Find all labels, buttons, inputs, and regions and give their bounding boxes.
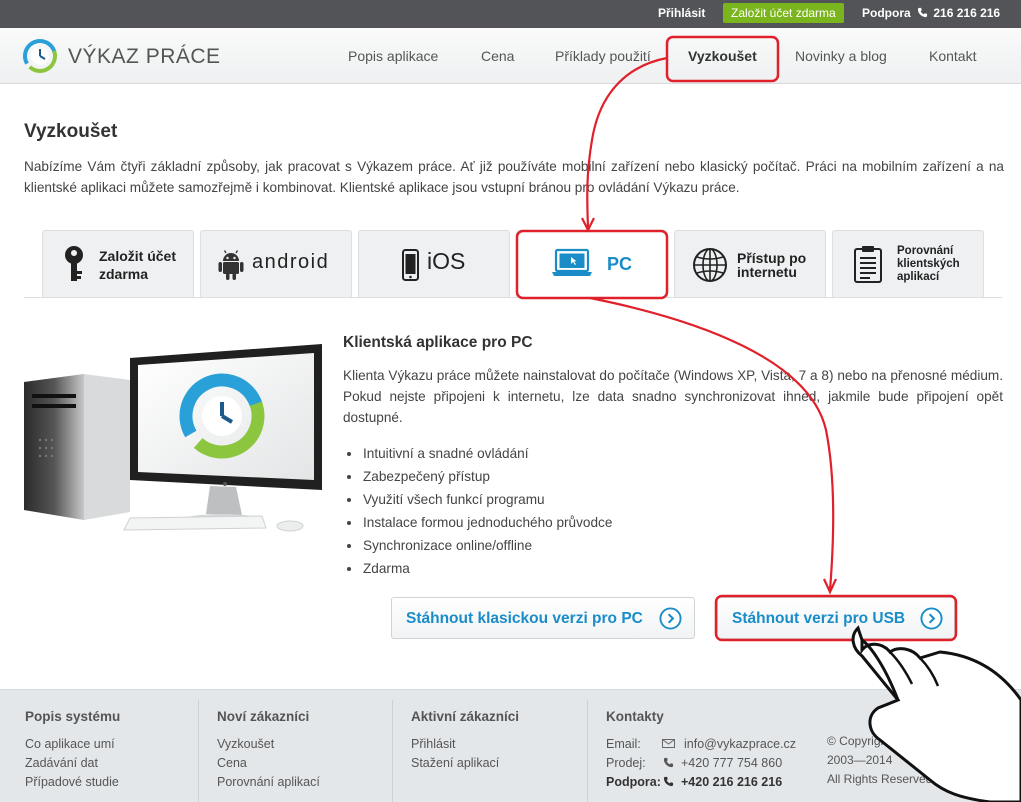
ios-wordmark: iOS: [427, 248, 466, 274]
phone-icon: [663, 776, 674, 787]
footer-col-kontakty: Kontakty Email: info@vykazprace.cz Prode…: [606, 690, 806, 802]
page-title: Vyzkoušet: [24, 121, 118, 142]
copyright-line2: 2003—2014: [827, 753, 893, 767]
phone-icon: [663, 757, 674, 768]
tab-android[interactable]: android: [200, 230, 352, 297]
footer-link[interactable]: Případové studie: [25, 775, 119, 789]
download-classic-pc-button[interactable]: Stáhnout klasickou verzi pro PC: [391, 597, 695, 639]
tab-pc[interactable]: PC: [516, 230, 668, 297]
phone-icon: [917, 7, 928, 18]
tab-label-line3: aplikací: [897, 271, 940, 283]
footer-link[interactable]: Přihlásit: [411, 737, 455, 751]
nav-cena[interactable]: Cena: [481, 48, 514, 64]
footer-heading: Kontakty: [606, 709, 664, 724]
top-utility-bar: Přihlásit Založit účet zdarma Podpora 21…: [0, 0, 1021, 28]
iphone-icon: [402, 249, 419, 281]
tab-label-line2: internetu: [737, 264, 797, 280]
sales-label: Prodej:: [606, 756, 646, 770]
download-classic-label: Stáhnout klasickou verzi pro PC: [406, 610, 643, 627]
nav-novinky-a-blog[interactable]: Novinky a blog: [795, 48, 887, 64]
nav-kontakt[interactable]: Kontakt: [929, 48, 976, 64]
globe-icon: [693, 248, 727, 282]
tab-label-line1: Založit účet: [99, 248, 177, 264]
clipboard-icon: [854, 246, 882, 283]
download-usb-button[interactable]: Stáhnout verzi pro USB: [717, 597, 955, 639]
tab-label: PC: [607, 254, 633, 274]
nav-popis-aplikace[interactable]: Popis aplikace: [348, 48, 438, 64]
tab-label-line1: Porovnání: [897, 245, 954, 257]
logo-text[interactable]: VÝKAZ PRÁCE: [68, 45, 221, 69]
copyright-line3: All Rights Reserved: [827, 772, 933, 786]
support-label: Podpora:: [606, 775, 661, 789]
list-item: Intuitivní a snadné ovládání: [347, 442, 612, 465]
tab-label-line2: zdarma: [99, 266, 149, 282]
sales-phone: +420 777 754 860: [681, 756, 783, 770]
footer-heading: Noví zákazníci: [217, 709, 310, 724]
android-icon: [218, 250, 244, 280]
footer-link[interactable]: Cena: [217, 756, 247, 770]
envelope-icon: [662, 739, 675, 748]
footer-link[interactable]: Vyzkoušet: [217, 737, 274, 751]
clock-logo-icon[interactable]: [22, 38, 58, 74]
footer-link[interactable]: Porovnání aplikací: [217, 775, 320, 789]
support-phone: 216 216 216: [933, 6, 1001, 20]
android-wordmark: android: [252, 251, 330, 273]
footer-divider: [587, 700, 588, 802]
tab-zalozit-ucet[interactable]: Založit účet zdarma: [42, 230, 194, 297]
nav-priklady-pouziti[interactable]: Příklady použití: [555, 48, 651, 64]
footer-divider: [392, 700, 393, 802]
download-usb-label: Stáhnout verzi pro USB: [732, 610, 906, 627]
list-item: Využití všech funkcí programu: [347, 488, 612, 511]
feature-list: Intuitivní a snadné ovládání Zabezpečený…: [347, 442, 612, 580]
support-info: Podpora 216 216 216: [862, 6, 1000, 20]
footer-heading: Aktivní zákazníci: [411, 709, 520, 724]
email-link[interactable]: info@vykazprace.cz: [684, 737, 796, 751]
support-label: Podpora: [862, 6, 911, 20]
list-item: Zdarma: [347, 557, 612, 580]
email-label: Email:: [606, 737, 641, 751]
footer-link[interactable]: Zadávání dat: [25, 756, 98, 770]
footer-link[interactable]: Stažení aplikací: [411, 756, 499, 770]
laptop-icon: [552, 248, 592, 276]
tab-porovnani-aplikaci[interactable]: Porovnání klientských aplikací: [832, 230, 984, 297]
chevron-right-circle-icon: [659, 607, 682, 630]
footer-heading: Popis systému: [25, 709, 121, 724]
chevron-right-circle-icon: [920, 607, 943, 630]
tab-ios[interactable]: iOS: [358, 230, 510, 297]
intro-text: Nabízíme Vám čtyři základní způsoby, jak…: [24, 159, 1004, 195]
arrow-path-2: [589, 296, 835, 591]
tabs-divider: [24, 297, 1002, 298]
arrow-head-1: [581, 217, 595, 233]
key-icon: [65, 246, 83, 281]
nav-vyzkouset[interactable]: Vyzkoušet: [688, 48, 757, 64]
copyright-line1: © Copyright: [827, 734, 891, 748]
tab-pristup-po-internetu[interactable]: Přístup po internetu: [674, 230, 826, 297]
list-item: Synchronizace online/offline: [347, 534, 612, 557]
arrow-head-2: [823, 578, 837, 595]
list-item: Instalace formou jednoduchého průvodce: [347, 511, 612, 534]
site-footer: Popis systému Co aplikace umí Zadávání d…: [0, 689, 1021, 802]
footer-link[interactable]: Co aplikace umí: [25, 737, 115, 751]
support-phone: +420 216 216 216: [681, 775, 783, 789]
pc-monitor-illustration: [24, 344, 322, 532]
footer-divider: [198, 700, 199, 802]
signup-button[interactable]: Založit účet zdarma: [723, 3, 844, 23]
pc-section-text: Klienta Výkazu práce můžete nainstalovat…: [343, 368, 1003, 425]
login-link[interactable]: Přihlásit: [658, 6, 705, 20]
site-header: VÝKAZ PRÁCE Popis aplikace Cena Příklady…: [0, 28, 1021, 84]
list-item: Zabezpečený přístup: [347, 465, 612, 488]
pc-section-title: Klientská aplikace pro PC: [343, 334, 533, 351]
tab-label-line2: klientských: [897, 258, 960, 270]
